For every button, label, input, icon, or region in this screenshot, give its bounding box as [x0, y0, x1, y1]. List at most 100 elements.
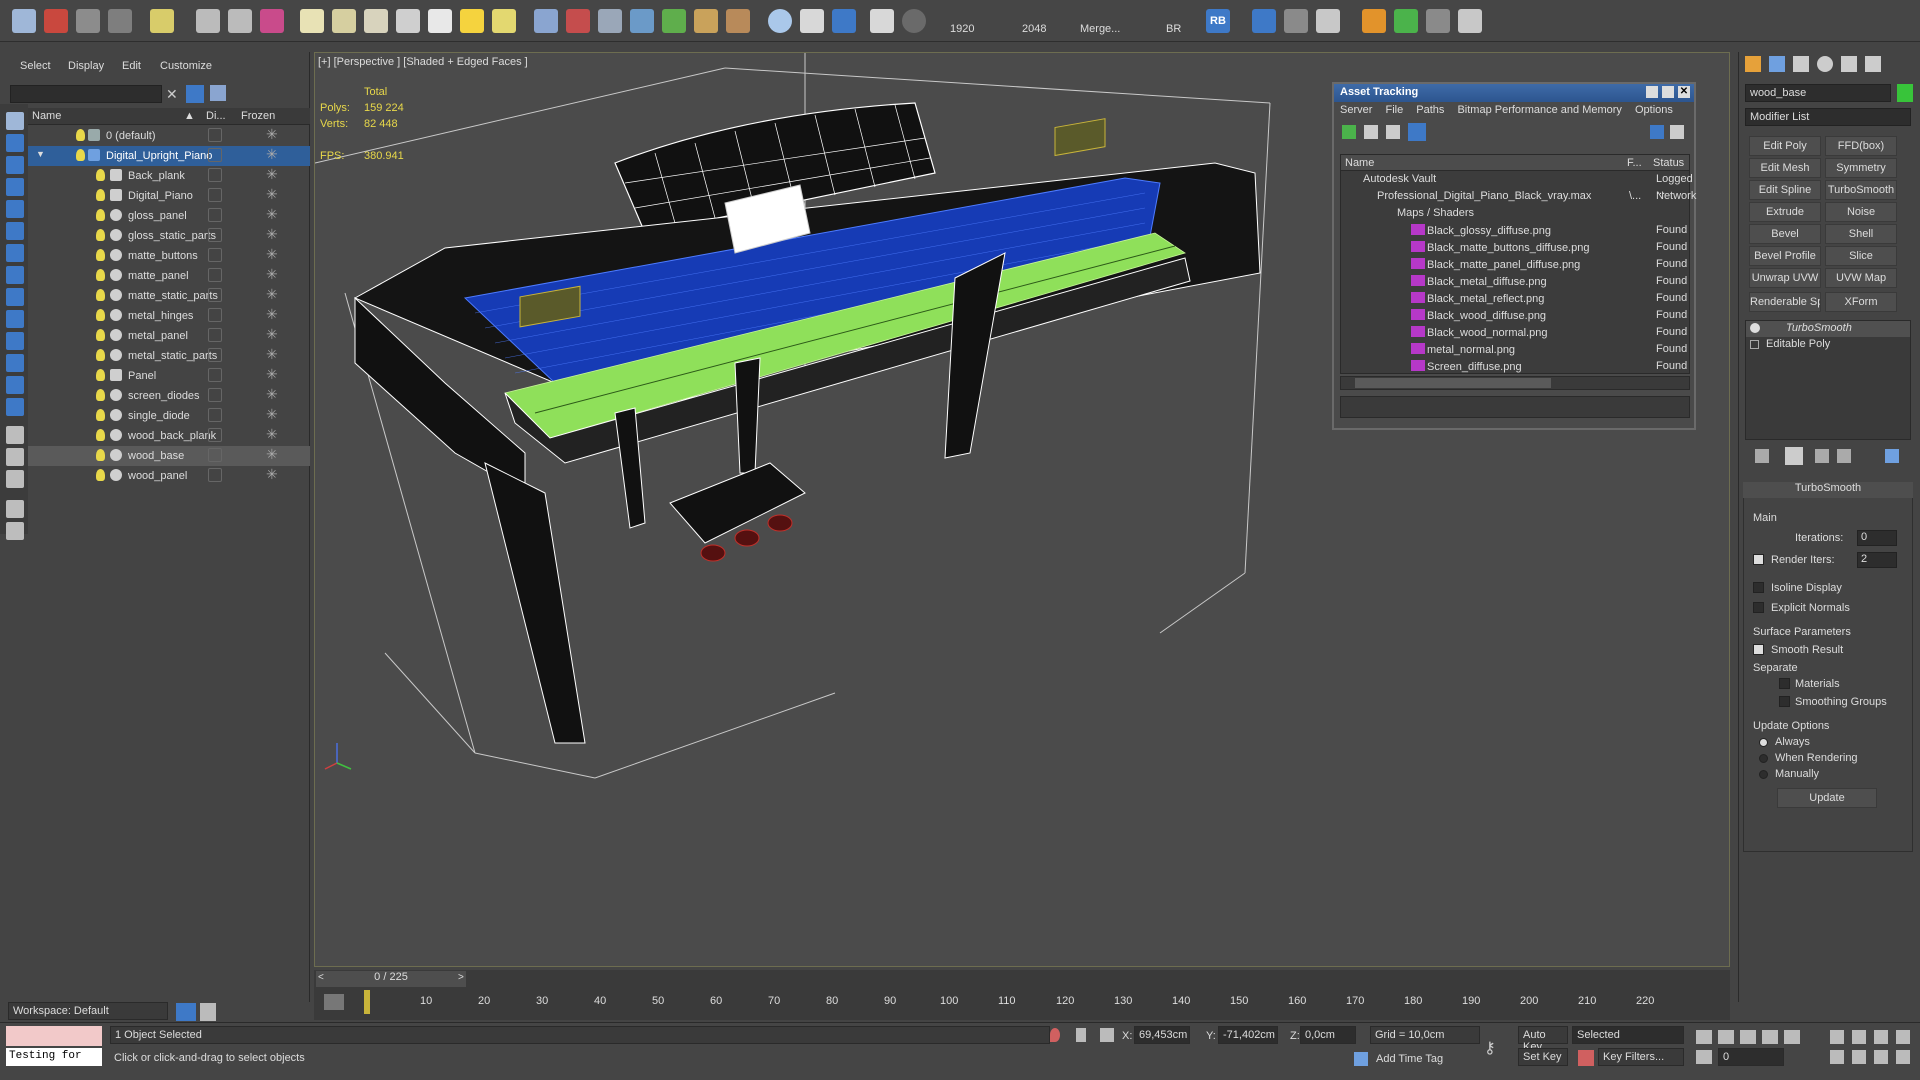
filter-hidden-icon[interactable] [6, 376, 24, 394]
freeze-toggle-icon[interactable]: ✳ [266, 446, 278, 463]
light-icon[interactable] [150, 9, 174, 33]
noise-button[interactable]: Noise [1825, 202, 1897, 222]
render-setup-icon[interactable] [768, 9, 792, 33]
menu-display[interactable]: Display [68, 60, 104, 72]
maximize-viewport-icon[interactable] [1896, 1050, 1910, 1064]
materials-checkbox[interactable] [1779, 678, 1790, 689]
display-toggle[interactable] [208, 328, 222, 342]
time-tag-icon[interactable] [1354, 1052, 1368, 1066]
column-name[interactable]: Name [32, 110, 61, 122]
clear-search-icon[interactable]: ✕ [166, 86, 178, 103]
lock-selection-icon[interactable] [1076, 1028, 1086, 1042]
visibility-bulb-icon[interactable] [96, 229, 105, 241]
display-toggle[interactable] [208, 168, 222, 182]
column-f[interactable]: F... [1627, 157, 1642, 169]
filter-visible-icon[interactable] [6, 398, 24, 416]
rb-button[interactable]: RB [1206, 9, 1230, 33]
expand-arrow-icon[interactable]: ▼ [36, 149, 45, 159]
visibility-bulb-icon[interactable] [96, 289, 105, 301]
workspace-selector[interactable]: Workspace: Default [8, 1002, 168, 1020]
hdri-icon[interactable] [694, 9, 718, 33]
maxscript-input[interactable]: Testing for [6, 1048, 102, 1066]
when-rendering-radio[interactable] [1759, 754, 1768, 763]
mini-curve-editor-icon[interactable] [324, 994, 344, 1010]
horizontal-scrollbar[interactable] [1340, 376, 1690, 390]
object-row[interactable]: metal_panel ✳ [28, 326, 310, 346]
menu-bitmap-performance[interactable]: Bitmap Performance and Memory [1457, 104, 1621, 116]
menu-paths[interactable]: Paths [1416, 104, 1444, 116]
x-coordinate-field[interactable]: 69,453cm [1134, 1026, 1190, 1044]
torus-icon[interactable] [396, 9, 420, 33]
object-row[interactable]: screen_diodes ✳ [28, 386, 310, 406]
render-icon[interactable] [598, 9, 622, 33]
filter-shapes-icon[interactable] [6, 156, 24, 174]
y-coordinate-field[interactable]: -71,402cm [1218, 1026, 1278, 1044]
select-by-name-icon[interactable] [76, 9, 100, 33]
layer-row-default[interactable]: 0 (default) ✳ [28, 126, 310, 146]
smooth-result-checkbox[interactable] [1753, 644, 1764, 655]
timeline-cursor[interactable] [364, 990, 370, 1014]
filter-lights-icon[interactable] [6, 178, 24, 196]
display-toggle[interactable] [208, 388, 222, 402]
visibility-bulb-icon[interactable] [96, 309, 105, 321]
object-row[interactable]: metal_static_parts ✳ [28, 346, 310, 366]
time-slider[interactable]: 0 / 225 [316, 971, 466, 987]
current-frame-field[interactable]: 0 [1718, 1048, 1784, 1066]
uvw-map-button[interactable]: UVW Map [1825, 268, 1897, 288]
viewport-label[interactable]: [+] [Perspective ] [Shaded + Edged Faces… [318, 56, 528, 68]
merge-button[interactable]: Merge... [1080, 23, 1120, 35]
fp-icon[interactable] [1362, 9, 1386, 33]
update-button[interactable]: Update [1777, 788, 1877, 808]
slice-button[interactable]: Slice [1825, 246, 1897, 266]
table-row[interactable]: Black_matte_buttons_diffuse.png Found [1341, 239, 1689, 256]
filter-xrefs-icon[interactable] [6, 288, 24, 306]
wrench-icon[interactable] [1426, 9, 1450, 33]
always-radio[interactable] [1759, 738, 1768, 747]
display-toggle[interactable] [208, 368, 222, 382]
render-height[interactable]: 2048 [1022, 23, 1046, 35]
bevel-button[interactable]: Bevel [1749, 224, 1821, 244]
filter-funnel-icon[interactable] [6, 500, 24, 518]
freeze-toggle-icon[interactable]: ✳ [266, 326, 278, 343]
visibility-bulb-icon[interactable] [96, 369, 105, 381]
freeze-toggle-icon[interactable]: ✳ [266, 126, 278, 143]
table-view-icon[interactable] [1408, 123, 1426, 141]
menu-edit[interactable]: Edit [122, 60, 141, 72]
rc-icon[interactable] [1252, 9, 1276, 33]
menu-file[interactable]: File [1385, 104, 1403, 116]
modify-tab-icon[interactable] [1769, 56, 1785, 72]
display-toggle[interactable] [208, 188, 222, 202]
table-row[interactable]: Maps / Shaders [1341, 205, 1689, 222]
freeze-toggle-icon[interactable]: ✳ [266, 226, 278, 243]
object-row[interactable]: wood_back_plank ✳ [28, 426, 310, 446]
environment-icon[interactable] [630, 9, 654, 33]
next-frame-icon[interactable]: > [458, 972, 464, 983]
prev-frame-icon[interactable]: < [318, 972, 324, 983]
freeze-toggle-icon[interactable]: ✳ [266, 266, 278, 283]
refresh-icon[interactable] [1342, 125, 1356, 139]
iterations-spinner[interactable]: 0 [1857, 530, 1897, 546]
goto-start-icon[interactable] [1696, 1030, 1712, 1044]
column-name[interactable]: Name [1345, 157, 1374, 169]
visibility-bulb-icon[interactable] [96, 409, 105, 421]
fur-icon[interactable] [726, 9, 750, 33]
help-icon[interactable] [1650, 125, 1664, 139]
freeze-toggle-icon[interactable]: ✳ [266, 246, 278, 263]
modifier-list-dropdown[interactable]: Modifier List [1745, 108, 1911, 126]
hierarchy-tab-icon[interactable] [1793, 56, 1809, 72]
display-dependencies-icon[interactable] [6, 470, 24, 488]
filter-geometry-icon[interactable] [6, 134, 24, 152]
add-time-tag[interactable]: Add Time Tag [1376, 1053, 1443, 1065]
render-production-icon[interactable] [832, 9, 856, 33]
column-status[interactable]: Status [1653, 157, 1684, 169]
display-toggle[interactable] [208, 308, 222, 322]
visibility-bulb-icon[interactable] [96, 269, 105, 281]
object-row-selected[interactable]: wood_base ✳ [28, 446, 310, 466]
object-row[interactable]: Panel ✳ [28, 366, 310, 386]
auto-key-button[interactable]: Auto Key [1518, 1026, 1568, 1053]
table-row[interactable]: Black_glossy_diffuse.png Found [1341, 222, 1689, 239]
filter-icon[interactable] [186, 85, 204, 103]
filter-helpers-icon[interactable] [6, 222, 24, 240]
freeze-toggle-icon[interactable]: ✳ [266, 386, 278, 403]
render-iters-spinner[interactable]: 2 [1857, 552, 1897, 568]
